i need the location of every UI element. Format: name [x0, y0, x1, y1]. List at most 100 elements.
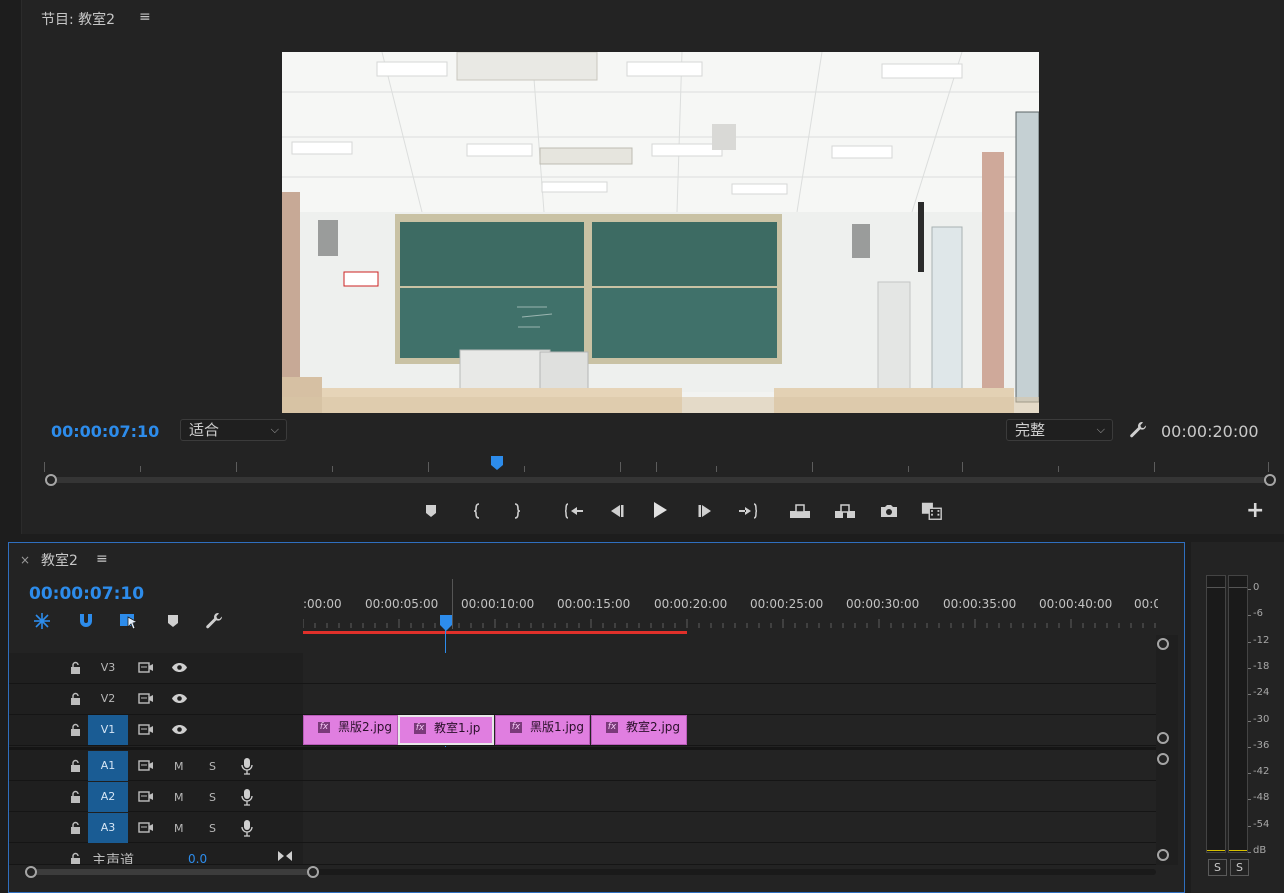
solo-button[interactable]: S [209, 822, 216, 835]
master-track-label: 主声道 [92, 853, 134, 865]
h-scroll-handle-right[interactable] [307, 866, 319, 878]
timeline-panel: × 教室2 ≡ 00:00:07:10 :00:00 00:00:05:00 0… [8, 542, 1185, 893]
program-playhead[interactable] [490, 456, 504, 474]
mute-button[interactable]: M [174, 791, 184, 804]
track-lane-v3[interactable] [303, 653, 1158, 684]
eye-icon[interactable] [171, 724, 188, 735]
play-button[interactable] [649, 499, 671, 521]
horizontal-scrollbar-thumb[interactable] [31, 869, 315, 875]
lock-icon[interactable] [70, 692, 81, 705]
linked-selection-icon[interactable] [119, 611, 139, 631]
mark-in-button[interactable] [466, 500, 488, 522]
timeline-current-timecode[interactable]: 00:00:07:10 [29, 584, 144, 604]
add-marker-button[interactable] [420, 500, 442, 522]
h-scroll-handle-left[interactable] [25, 866, 37, 878]
solo-right-button[interactable]: S [1230, 859, 1249, 876]
program-time-ruler[interactable] [44, 456, 1274, 472]
go-to-out-button[interactable] [737, 500, 759, 522]
nest-sequence-icon[interactable] [33, 612, 51, 630]
solo-button[interactable]: S [209, 760, 216, 773]
mark-out-button[interactable] [506, 500, 528, 522]
track-lane-master[interactable] [303, 843, 1158, 865]
close-tab-icon[interactable]: × [20, 553, 30, 567]
mute-button[interactable]: M [174, 822, 184, 835]
track-lane-a1[interactable] [303, 750, 1158, 781]
lock-icon[interactable] [70, 759, 81, 772]
sync-lock-icon[interactable] [138, 790, 154, 803]
snap-magnet-icon[interactable] [78, 612, 94, 630]
microphone-icon[interactable] [241, 788, 253, 806]
extract-button[interactable] [834, 500, 856, 522]
zoom-level-select[interactable]: 适合 ⌵ [180, 419, 287, 441]
lock-icon[interactable] [70, 821, 81, 834]
sync-lock-icon[interactable] [138, 692, 154, 705]
lift-button[interactable] [789, 500, 811, 522]
v-scroll-handle[interactable] [1157, 732, 1169, 744]
mute-button[interactable]: M [174, 760, 184, 773]
track-label-v2[interactable]: V2 [88, 684, 128, 714]
track-label-a2[interactable]: A2 [88, 782, 128, 812]
eye-icon[interactable] [171, 693, 188, 704]
timeline-clip[interactable]: fx 教室2.jpg [591, 715, 687, 745]
meter-scale-label: -6 [1253, 608, 1263, 620]
lock-icon[interactable] [70, 723, 81, 736]
lock-icon[interactable] [70, 661, 81, 674]
track-lane-v1[interactable]: fx 黑版2.jpg fx 教室1.jp fx 黑版1.jpg fx 教室2.jpg [303, 715, 1158, 746]
track-label-a1[interactable]: A1 [88, 751, 128, 781]
solo-button[interactable]: S [209, 791, 216, 804]
classroom-scene-image [282, 52, 1039, 413]
vertical-scrollbar-track[interactable] [1156, 635, 1178, 865]
a-scroll-handle-bottom[interactable] [1157, 849, 1169, 861]
zoom-level-value: 适合 [189, 421, 220, 439]
sequence-tab-title[interactable]: 教室2 [41, 550, 78, 570]
microphone-icon[interactable] [241, 757, 253, 775]
timeline-ruler[interactable]: :00:00 00:00:05:00 00:00:10:00 00:00:15:… [303, 583, 1158, 634]
timeline-playhead[interactable] [439, 615, 453, 635]
step-forward-button[interactable] [694, 500, 716, 522]
ruler-label: 00:00:40:00 [1039, 597, 1113, 611]
go-to-edit-point-icon[interactable] [277, 850, 293, 862]
work-area-bar[interactable] [303, 631, 687, 634]
add-marker-icon[interactable] [167, 614, 179, 628]
sync-lock-icon[interactable] [138, 661, 154, 674]
scrollbar-left-handle[interactable] [45, 474, 57, 486]
sync-lock-icon[interactable] [138, 821, 154, 834]
timeline-clip-selected[interactable]: fx 教室1.jp [398, 715, 494, 745]
track-lane-a3[interactable] [303, 812, 1158, 843]
lock-icon[interactable] [70, 852, 81, 864]
v-scroll-handle-top[interactable] [1157, 638, 1169, 650]
track-label-a3[interactable]: A3 [88, 813, 128, 843]
ruler-label: 00:00:05:00 [365, 597, 439, 611]
meter-scale-label: dB [1253, 845, 1267, 856]
timeline-clip[interactable]: fx 黑版1.jpg [495, 715, 590, 745]
program-zoom-scrollbar[interactable] [52, 477, 1268, 483]
program-current-timecode[interactable]: 00:00:07:10 [51, 422, 159, 441]
go-to-in-button[interactable] [563, 500, 585, 522]
camera-icon[interactable] [878, 500, 900, 522]
track-label-v3[interactable]: V3 [88, 653, 128, 683]
track-lane-v2[interactable] [303, 684, 1158, 715]
track-lane-a2[interactable] [303, 781, 1158, 812]
master-volume-value[interactable]: 0.0 [188, 852, 207, 864]
fx-badge-icon: fx [510, 722, 522, 733]
timeline-settings-wrench-icon[interactable] [205, 612, 223, 630]
solo-left-button[interactable]: S [1208, 859, 1227, 876]
a-scroll-handle[interactable] [1157, 753, 1169, 765]
step-back-button[interactable] [606, 500, 628, 522]
scrollbar-right-handle[interactable] [1264, 474, 1276, 486]
add-button-plus-icon[interactable]: + [1246, 500, 1264, 522]
program-monitor-title[interactable]: 节目: 教室2 [41, 9, 115, 29]
microphone-icon[interactable] [241, 819, 253, 837]
ruler-label: 00:00:20:00 [654, 597, 728, 611]
panel-menu-icon[interactable]: ≡ [96, 551, 108, 567]
track-label-v1[interactable]: V1 [88, 715, 128, 745]
eye-icon[interactable] [171, 662, 188, 673]
timeline-clip[interactable]: fx 黑版2.jpg [303, 715, 398, 745]
sync-lock-icon[interactable] [138, 759, 154, 772]
panel-menu-icon[interactable]: ≡ [139, 9, 151, 25]
lock-icon[interactable] [70, 790, 81, 803]
wrench-settings-icon[interactable] [1129, 421, 1147, 439]
compare-view-icon[interactable] [921, 500, 943, 522]
playback-resolution-select[interactable]: 完整 ⌵ [1006, 419, 1113, 441]
sync-lock-icon[interactable] [138, 723, 154, 736]
